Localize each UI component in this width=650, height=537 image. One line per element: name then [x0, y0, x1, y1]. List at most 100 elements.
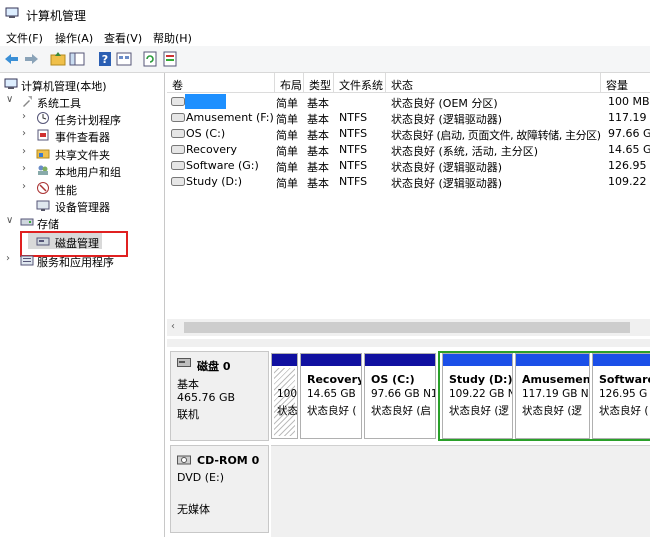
partition-status: 状态: [277, 405, 298, 417]
cdrom-name: CD-ROM 0: [197, 454, 260, 467]
redacted-volume-name: [185, 94, 226, 109]
clock-icon: [37, 112, 49, 124]
menu-view[interactable]: 查看(V): [104, 30, 142, 46]
volume-cell: OS (C:): [186, 127, 226, 140]
console-tree-icon[interactable]: [68, 50, 86, 68]
layout-cell: 简单: [276, 97, 298, 110]
services-icon: [20, 255, 34, 266]
partition-recovery[interactable]: Recovery 14.65 GB 状态良好 (: [300, 353, 362, 439]
type-cell: 基本: [307, 113, 329, 126]
partition-size: 117.19 GB N: [522, 388, 589, 400]
refresh-icon[interactable]: [141, 50, 159, 68]
storage-icon: [20, 218, 34, 226]
chevron-right-icon[interactable]: ›: [6, 253, 16, 265]
help-icon[interactable]: ?: [96, 50, 114, 68]
partition-bar: [365, 354, 435, 366]
tree-label: 事件查看器: [55, 131, 110, 144]
device-manager-icon: [36, 200, 50, 211]
volume-cell: Software (G:): [186, 159, 259, 172]
forward-icon[interactable]: [22, 50, 40, 68]
tree-label: 计算机管理(本地): [21, 80, 107, 93]
filesystem-cell: NTFS: [339, 159, 368, 172]
partition-size: 126.95 G: [599, 388, 648, 400]
cdrom-media: 无媒体: [177, 503, 210, 516]
tree-label: 共享文件夹: [55, 149, 110, 162]
partition-study[interactable]: Study (D:) 109.22 GB N 状态良好 (逻: [442, 353, 513, 439]
cdrom-drive: DVD (E:): [177, 471, 225, 484]
partition-status: 状态良好 (启: [371, 405, 431, 417]
menu-action[interactable]: 操作(A): [55, 30, 93, 46]
chevron-right-icon[interactable]: ›: [22, 111, 32, 123]
tree-label: 存储: [37, 218, 59, 231]
cdrom-info[interactable]: CD-ROM 0 DVD (E:) 无媒体: [170, 445, 269, 533]
chevron-down-icon[interactable]: ∨: [6, 215, 16, 227]
horizontal-scrollbar[interactable]: ‹: [167, 319, 650, 336]
partition-name: Amusement: [522, 373, 590, 386]
filesystem-cell: NTFS: [339, 143, 368, 156]
capacity-cell: 97.66 GB: [608, 127, 650, 140]
drive-icon: [171, 113, 185, 122]
partition-name: OS (C:): [371, 373, 415, 386]
filesystem-cell: NTFS: [339, 111, 368, 124]
table-row[interactable]: Software (G:) 简单 基本 NTFS 状态良好 (逻辑驱动器) 12…: [167, 158, 650, 174]
scroll-left-icon[interactable]: ‹: [171, 321, 175, 332]
menu-help[interactable]: 帮助(H): [153, 30, 192, 46]
partition-name: Software: [599, 373, 650, 386]
disk-0-name: 磁盘 0: [197, 360, 231, 373]
disk-map: 磁盘 0 基本 465.76 GB 联机 100 状态 Recovery 14.…: [167, 347, 650, 537]
capacity-cell: 117.19 G: [608, 111, 650, 124]
computer-management-icon: [5, 7, 19, 18]
cdrom-icon: [177, 455, 191, 465]
chevron-right-icon[interactable]: ›: [22, 146, 32, 158]
partition-size: 97.66 GB N1: [371, 388, 436, 400]
menu-file[interactable]: 文件(F): [6, 30, 43, 46]
capacity-cell: 100 MB: [608, 95, 650, 108]
layout-cell: 简单: [276, 113, 298, 126]
column-header-layout[interactable]: 布局: [275, 73, 304, 93]
chevron-down-icon[interactable]: ∨: [6, 94, 16, 106]
status-cell: 状态良好 (逻辑驱动器): [391, 113, 503, 126]
pane-splitter[interactable]: [167, 339, 650, 347]
type-cell: 基本: [307, 97, 329, 110]
status-cell: 状态良好 (启动, 页面文件, 故障转储, 主分区): [391, 129, 601, 142]
chevron-right-icon[interactable]: ›: [22, 163, 32, 175]
column-header-capacity[interactable]: 容量: [601, 73, 650, 93]
tree-label: 系统工具: [37, 97, 81, 110]
menu-bar: 文件(F) 操作(A) 查看(V) 帮助(H): [0, 27, 650, 46]
volume-cell: Recovery: [186, 143, 238, 156]
hatch-fill: [274, 368, 295, 436]
table-row[interactable]: Recovery 简单 基本 NTFS 状态良好 (系统, 活动, 主分区) 1…: [167, 142, 650, 158]
partition-status: 状态良好 (: [599, 405, 649, 417]
export-list-icon[interactable]: [161, 50, 179, 68]
users-icon: [38, 165, 48, 175]
disk-0-state: 联机: [177, 408, 199, 421]
disk-0-info[interactable]: 磁盘 0 基本 465.76 GB 联机: [170, 351, 269, 441]
drive-icon: [171, 177, 185, 186]
partition-oem[interactable]: 100 状态: [271, 353, 298, 439]
tree-label: 任务计划程序: [55, 114, 121, 127]
column-header-type[interactable]: 类型: [304, 73, 334, 93]
partition-bar: [516, 354, 589, 366]
partition-bar: [443, 354, 512, 366]
partition-bar: [272, 354, 297, 366]
scrollbar-thumb[interactable]: [184, 322, 630, 333]
table-row[interactable]: Amusement (F:) 简单 基本 NTFS 状态良好 (逻辑驱动器) 1…: [167, 110, 650, 126]
tree-label: 性能: [55, 184, 77, 197]
partition-os[interactable]: OS (C:) 97.66 GB N1 状态良好 (启: [364, 353, 436, 439]
chevron-right-icon[interactable]: ›: [22, 128, 32, 140]
disk-0-size: 465.76 GB: [177, 391, 236, 404]
column-header-volume[interactable]: 卷: [167, 73, 275, 93]
table-row[interactable]: OS (C:) 简单 基本 NTFS 状态良好 (启动, 页面文件, 故障转储,…: [167, 126, 650, 142]
status-cell: 状态良好 (系统, 活动, 主分区): [391, 145, 539, 158]
table-row[interactable]: 简单 基本 状态良好 (OEM 分区) 100 MB: [167, 94, 650, 110]
partition-size: 14.65 GB: [307, 388, 356, 400]
column-header-filesystem[interactable]: 文件系统: [334, 73, 386, 93]
back-icon[interactable]: [3, 50, 21, 68]
table-row[interactable]: Study (D:) 简单 基本 NTFS 状态良好 (逻辑驱动器) 109.2…: [167, 174, 650, 190]
properties-icon[interactable]: [115, 50, 133, 68]
partition-amusement[interactable]: Amusement 117.19 GB N 状态良好 (逻: [515, 353, 590, 439]
up-folder-icon[interactable]: [49, 50, 67, 68]
column-header-status[interactable]: 状态: [386, 73, 601, 93]
partition-software[interactable]: Software 126.95 G 状态良好 (: [592, 353, 650, 439]
chevron-right-icon[interactable]: ›: [22, 181, 32, 193]
